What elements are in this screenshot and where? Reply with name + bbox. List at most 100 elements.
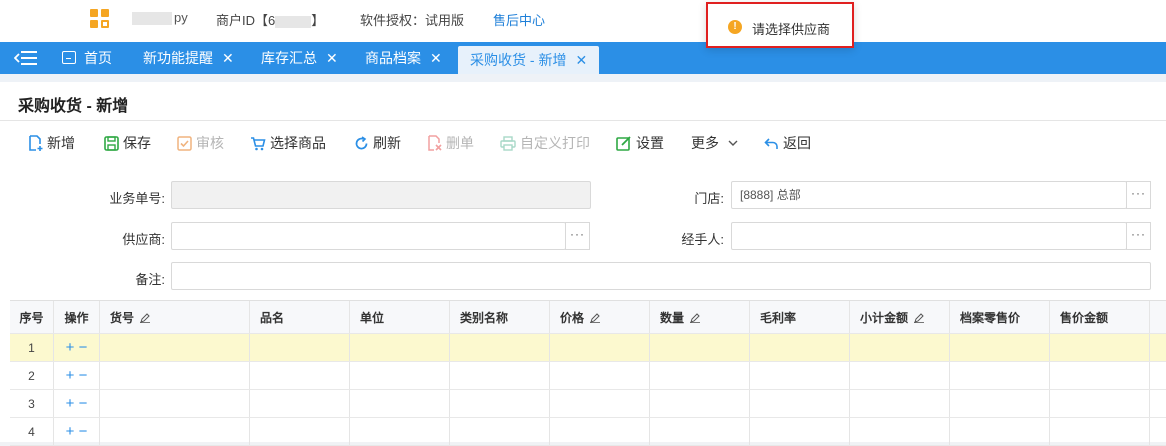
license-info: 软件授权：试用版: [360, 13, 465, 28]
row-add-remove-buttons[interactable]: + −: [54, 390, 100, 417]
cell-qty[interactable]: [650, 390, 750, 417]
cell-subtotal[interactable]: [850, 334, 950, 361]
cell-retail-price: [950, 362, 1050, 389]
row-add-remove-buttons[interactable]: + −: [54, 334, 100, 361]
tab-inventory-summary[interactable]: 库存汇总 ✕: [261, 42, 338, 74]
cell-price[interactable]: [550, 334, 650, 361]
cell-subtotal[interactable]: [850, 390, 950, 417]
top-header: py 商户ID【6】 软件授权：试用版 售后中心: [0, 0, 1166, 42]
select-goods-button[interactable]: 选择商品: [250, 130, 326, 156]
refresh-button[interactable]: 刷新: [354, 130, 401, 156]
edit-pencil-icon: [590, 313, 601, 323]
col-no: 序号: [10, 301, 54, 333]
refresh-icon: [355, 136, 368, 150]
col-price[interactable]: 价格: [550, 301, 650, 333]
cell-sale-amount: [1050, 418, 1150, 445]
table-row[interactable]: 1 + −: [10, 334, 1166, 362]
tab-new-features[interactable]: 新功能提醒 ✕: [143, 42, 234, 74]
add-button[interactable]: 新增: [28, 130, 75, 156]
cell-subtotal[interactable]: [850, 418, 950, 445]
printer-icon: [500, 136, 516, 151]
home-icon: [62, 51, 76, 64]
cell-price[interactable]: [550, 390, 650, 417]
cell-sku[interactable]: [100, 334, 250, 361]
cell-qty[interactable]: [650, 334, 750, 361]
cell-qty[interactable]: [650, 362, 750, 389]
close-icon[interactable]: ✕: [575, 52, 587, 68]
settings-button[interactable]: 设置: [616, 130, 664, 156]
table-row[interactable]: 2 + −: [10, 362, 1166, 390]
cell-qty[interactable]: [650, 418, 750, 445]
cell-sale-amount: [1050, 362, 1150, 389]
cell-sku[interactable]: [100, 418, 250, 445]
tab-home[interactable]: 首页: [62, 42, 112, 74]
cell-name: [250, 390, 350, 417]
cell-retail-price: [950, 390, 1050, 417]
supplier-picker-button[interactable]: ···: [565, 222, 590, 250]
toast-message: 请选择供应商: [752, 22, 831, 37]
handler-field[interactable]: [731, 222, 1127, 250]
delete-doc-icon: [428, 135, 442, 151]
store-picker-button[interactable]: ···: [1126, 181, 1151, 209]
cart-icon: [251, 137, 266, 151]
cell-unit: [350, 334, 450, 361]
back-button[interactable]: 返回: [764, 130, 811, 156]
cell-category: [450, 390, 550, 417]
row-number: 4: [10, 418, 54, 445]
cell-sku[interactable]: [100, 390, 250, 417]
cell-price[interactable]: [550, 418, 650, 445]
cell-name: [250, 362, 350, 389]
row-add-remove-buttons[interactable]: + −: [54, 362, 100, 389]
delete-order-button[interactable]: 删单: [427, 130, 474, 156]
supplier-field[interactable]: [171, 222, 566, 250]
cell-margin: [750, 390, 850, 417]
col-qty[interactable]: 数量: [650, 301, 750, 333]
close-icon[interactable]: ✕: [430, 50, 442, 66]
cell-margin: [750, 334, 850, 361]
row-add-remove-buttons[interactable]: + −: [54, 418, 100, 445]
cell-unit: [350, 390, 450, 417]
app-logo-icon: [90, 9, 110, 29]
order-no-label: 业务单号:: [109, 191, 165, 206]
new-doc-icon: [29, 135, 43, 151]
tab-goods-archive[interactable]: 商品档案 ✕: [365, 42, 442, 74]
cell-unit: [350, 362, 450, 389]
cell-price[interactable]: [550, 362, 650, 389]
handler-picker-button[interactable]: ···: [1126, 222, 1151, 250]
col-subtotal[interactable]: 小计金额: [850, 301, 950, 333]
cell-category: [450, 362, 550, 389]
cell-sku[interactable]: [100, 362, 250, 389]
cell-sale-amount: [1050, 390, 1150, 417]
tab-bar: 首页 新功能提醒 ✕ 库存汇总 ✕ 商品档案 ✕ 采购收货 - 新增 ✕: [0, 42, 1166, 74]
col-name: 品名: [250, 301, 350, 333]
user-name: py: [132, 10, 188, 26]
col-retail-price: 档案零售价: [950, 301, 1050, 333]
close-icon[interactable]: ✕: [222, 50, 234, 66]
order-no-field: [171, 181, 591, 209]
audit-button[interactable]: 审核: [177, 130, 224, 156]
tab-purchase-receipt-new[interactable]: 采购收货 - 新增 ✕: [458, 46, 600, 74]
table-row[interactable]: 3 + −: [10, 390, 1166, 418]
save-button[interactable]: 保存: [104, 130, 151, 156]
save-icon: [104, 136, 119, 151]
cell-subtotal[interactable]: [850, 362, 950, 389]
more-dropdown[interactable]: 更多: [691, 130, 738, 156]
handler-label: 经手人:: [681, 232, 724, 247]
cell-name: [250, 334, 350, 361]
store-label: 门店:: [694, 191, 724, 206]
remark-label: 备注:: [135, 272, 165, 287]
divider: [0, 120, 1166, 121]
store-field[interactable]: [8888] 总部: [731, 181, 1127, 209]
col-sku[interactable]: 货号: [100, 301, 250, 333]
remark-field[interactable]: [171, 262, 1151, 290]
cell-category: [450, 334, 550, 361]
col-sale-amount: 售价金额: [1050, 301, 1150, 333]
menu-toggle-icon[interactable]: [14, 50, 38, 66]
supplier-label: 供应商:: [122, 232, 165, 247]
cell-margin: [750, 418, 850, 445]
custom-print-button[interactable]: 自定义打印: [500, 130, 590, 156]
close-icon[interactable]: ✕: [326, 50, 338, 66]
merchant-id: 商户ID【6】: [216, 13, 325, 28]
after-sales-link[interactable]: 售后中心: [493, 10, 545, 29]
audit-icon: [177, 136, 192, 151]
